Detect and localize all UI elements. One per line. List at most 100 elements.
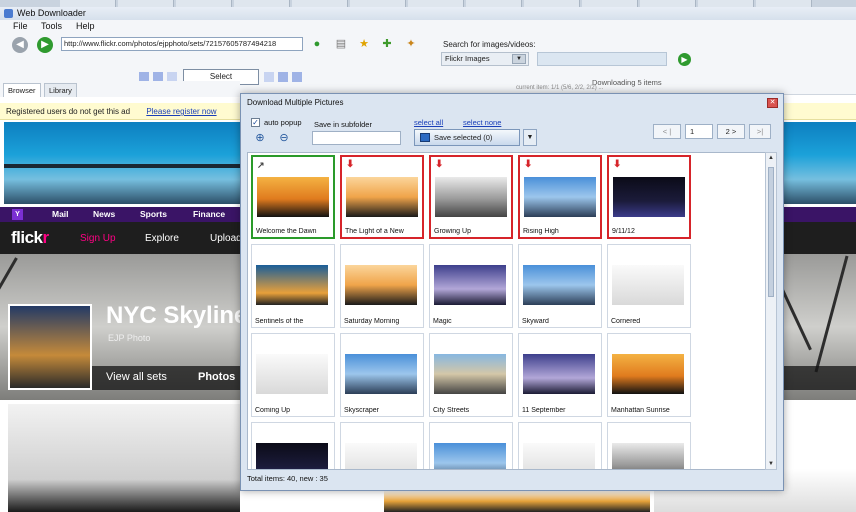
search-input[interactable] [537, 52, 667, 66]
thumbnail-item[interactable]: City Streets [429, 333, 513, 417]
add-favorite-icon[interactable]: ✚ [381, 38, 393, 50]
set-owner[interactable]: EJP Photo [108, 333, 150, 343]
select-grid-icon[interactable] [264, 72, 274, 82]
flickr-nav-upload[interactable]: Upload [210, 233, 242, 244]
os-tab[interactable] [408, 0, 464, 7]
os-tab[interactable] [640, 0, 696, 7]
auto-popup-checkbox[interactable]: ✓ [251, 118, 260, 127]
photo-thumbnail[interactable] [8, 404, 240, 512]
thumbnail-image [345, 354, 417, 394]
thumbnail-image [434, 265, 506, 305]
subfolder-input[interactable] [312, 131, 401, 145]
os-tab[interactable] [756, 0, 812, 7]
thumbnail-image [256, 354, 328, 394]
zoom-out-icon[interactable]: ⊖ [277, 131, 291, 145]
flickr-nav-explore[interactable]: Explore [145, 233, 179, 244]
url-input[interactable]: http://www.flickr.com/photos/ejpphoto/se… [61, 37, 303, 51]
set-cover-image[interactable] [8, 304, 92, 390]
dialog-status: Total items: 40, new : 35 [247, 474, 328, 483]
dialog-title: Download Multiple Pictures [247, 98, 344, 107]
select-grid-icon[interactable] [292, 72, 302, 82]
last-page-button[interactable]: >| [749, 124, 771, 139]
go-icon[interactable]: ● [311, 38, 323, 50]
os-tab[interactable] [118, 0, 174, 7]
clipboard-icon[interactable]: ▤ [335, 38, 347, 50]
flickr-nav-signup[interactable]: Sign Up [80, 233, 116, 244]
thumbnail-item[interactable]: Coming Up [251, 333, 335, 417]
thumbnail-caption: 11 September [522, 407, 566, 414]
forward-button[interactable]: ▶ [37, 37, 53, 53]
share-icon[interactable]: ✦ [405, 38, 417, 50]
yahoo-nav-mail[interactable]: Mail [52, 209, 69, 219]
os-tab[interactable] [176, 0, 232, 7]
thumbnail-item[interactable]: ⬇ The Light of a New [340, 155, 424, 239]
yahoo-logo-icon[interactable]: Y [12, 209, 23, 220]
next-page-button[interactable]: 2 > [717, 124, 745, 139]
os-tab[interactable] [234, 0, 290, 7]
star-icon[interactable]: ★ [358, 38, 370, 50]
os-tab[interactable] [698, 0, 754, 7]
scroll-up-icon[interactable]: ▲ [767, 155, 775, 161]
chevron-down-icon[interactable]: ▼ [523, 129, 537, 146]
thumbnail-caption: Sentinels of the [255, 318, 304, 325]
select-all-link[interactable]: select all [414, 118, 443, 127]
yahoo-nav-news[interactable]: News [93, 209, 115, 219]
close-icon[interactable]: ✕ [767, 98, 778, 108]
thumbnail-item[interactable]: Skyscraper [340, 333, 424, 417]
scrollbar-thumb[interactable] [768, 167, 774, 297]
os-tab[interactable] [60, 0, 116, 7]
thumbnail-image [434, 443, 506, 469]
thumbnail-item[interactable]: Sentinels of the [251, 244, 335, 328]
thumbnail-item[interactable]: ⬇ Growing Up [429, 155, 513, 239]
scroll-down-icon[interactable]: ▼ [767, 461, 775, 467]
thumbnail-item[interactable]: ⬇ 9/11/12 [607, 155, 691, 239]
thumbnail-item[interactable] [607, 422, 691, 469]
flickr-logo-main: flick [11, 228, 43, 247]
thumbnail-item[interactable]: Manhattan Sunrise [607, 333, 691, 417]
thumbnail-item[interactable] [340, 422, 424, 469]
select-grid-icon[interactable] [278, 72, 288, 82]
menu-help[interactable]: Help [76, 21, 95, 31]
save-selected-button[interactable]: Save selected (0) [414, 129, 520, 146]
thumbnail-item[interactable]: Saturday Morning [340, 244, 424, 328]
os-tab[interactable] [524, 0, 580, 7]
menu-tools[interactable]: Tools [41, 21, 62, 31]
thumbnail-item[interactable]: ⬇ Rising High [518, 155, 602, 239]
thumbnail-item[interactable]: ↗ Welcome the Dawn [251, 155, 335, 239]
os-tab[interactable] [350, 0, 406, 7]
window-title: Web Downloader [17, 8, 86, 18]
photos-link[interactable]: Photos [198, 371, 235, 383]
flickr-logo[interactable]: flickr [11, 228, 49, 248]
page-number-input[interactable]: 1 [685, 124, 713, 139]
select-none-link[interactable]: select none [463, 118, 501, 127]
register-link[interactable]: Please register now [146, 107, 216, 116]
yahoo-nav-finance[interactable]: Finance [193, 209, 225, 219]
thumbnail-image [613, 177, 685, 217]
menu-file[interactable]: File [13, 21, 28, 31]
thumbnail-caption: Cornered [611, 318, 641, 325]
thumbnail-item[interactable]: 11 September [518, 333, 602, 417]
tab-browser[interactable]: Browser [3, 83, 41, 97]
os-tab[interactable] [292, 0, 348, 7]
thumbnail-item[interactable]: Cornered [607, 244, 691, 328]
os-tab[interactable] [582, 0, 638, 7]
back-button[interactable]: ◀ [12, 37, 28, 53]
thumbnail-image [345, 443, 417, 469]
download-arrow-icon: ⬇ [613, 159, 622, 170]
tab-library[interactable]: Library [44, 83, 77, 97]
os-tab[interactable] [466, 0, 522, 7]
thumbnail-item[interactable] [429, 422, 513, 469]
flickr-logo-r: r [42, 228, 50, 247]
chevron-down-icon[interactable]: ▼ [512, 54, 526, 64]
search-source-select[interactable]: Flickr Images ▼ [441, 52, 529, 66]
yahoo-nav-sports[interactable]: Sports [140, 209, 167, 219]
vertical-scrollbar[interactable]: ▲ ▼ [765, 152, 777, 470]
search-go-button[interactable]: ▶ [678, 53, 691, 66]
thumbnail-item[interactable] [251, 422, 335, 469]
view-all-sets-link[interactable]: View all sets [106, 371, 167, 383]
thumbnail-item[interactable] [518, 422, 602, 469]
prev-page-button[interactable]: < | [653, 124, 681, 139]
zoom-in-icon[interactable]: ⊕ [253, 131, 267, 145]
thumbnail-item[interactable]: Skyward [518, 244, 602, 328]
thumbnail-item[interactable]: Magic [429, 244, 513, 328]
